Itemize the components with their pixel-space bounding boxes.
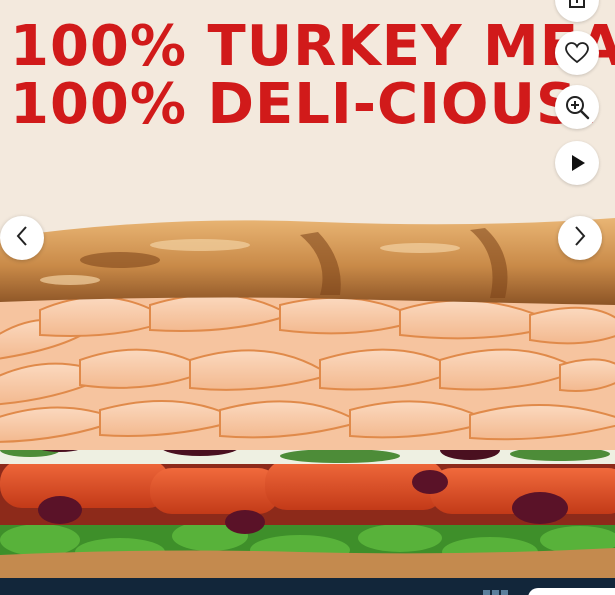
chevron-left-icon (14, 224, 30, 253)
play-video-button[interactable] (555, 141, 599, 185)
zoom-button[interactable] (555, 85, 599, 129)
grid-icon (483, 590, 508, 595)
chevron-right-icon (572, 224, 588, 253)
product-image-viewer: 100% TURKEY MEAT 100% DELI-CIOUS. (0, 0, 615, 595)
favorite-button[interactable] (555, 31, 599, 75)
headline-line-2: 100% DELI-CIOUS. (10, 72, 600, 137)
play-icon (567, 153, 587, 173)
share-icon (566, 0, 588, 11)
turkey-sandwich-image (0, 218, 615, 595)
headline-line-1: 100% TURKEY MEAT (10, 14, 615, 79)
promo-headline: 100% TURKEY MEAT 100% DELI-CIOUS. (10, 18, 615, 134)
bottom-toolbar (0, 578, 615, 595)
zoom-in-icon (564, 94, 590, 120)
toolbar-pill-button[interactable] (528, 588, 615, 595)
previous-image-button[interactable] (0, 216, 44, 260)
heart-icon (565, 42, 589, 64)
next-image-button[interactable] (558, 216, 602, 260)
